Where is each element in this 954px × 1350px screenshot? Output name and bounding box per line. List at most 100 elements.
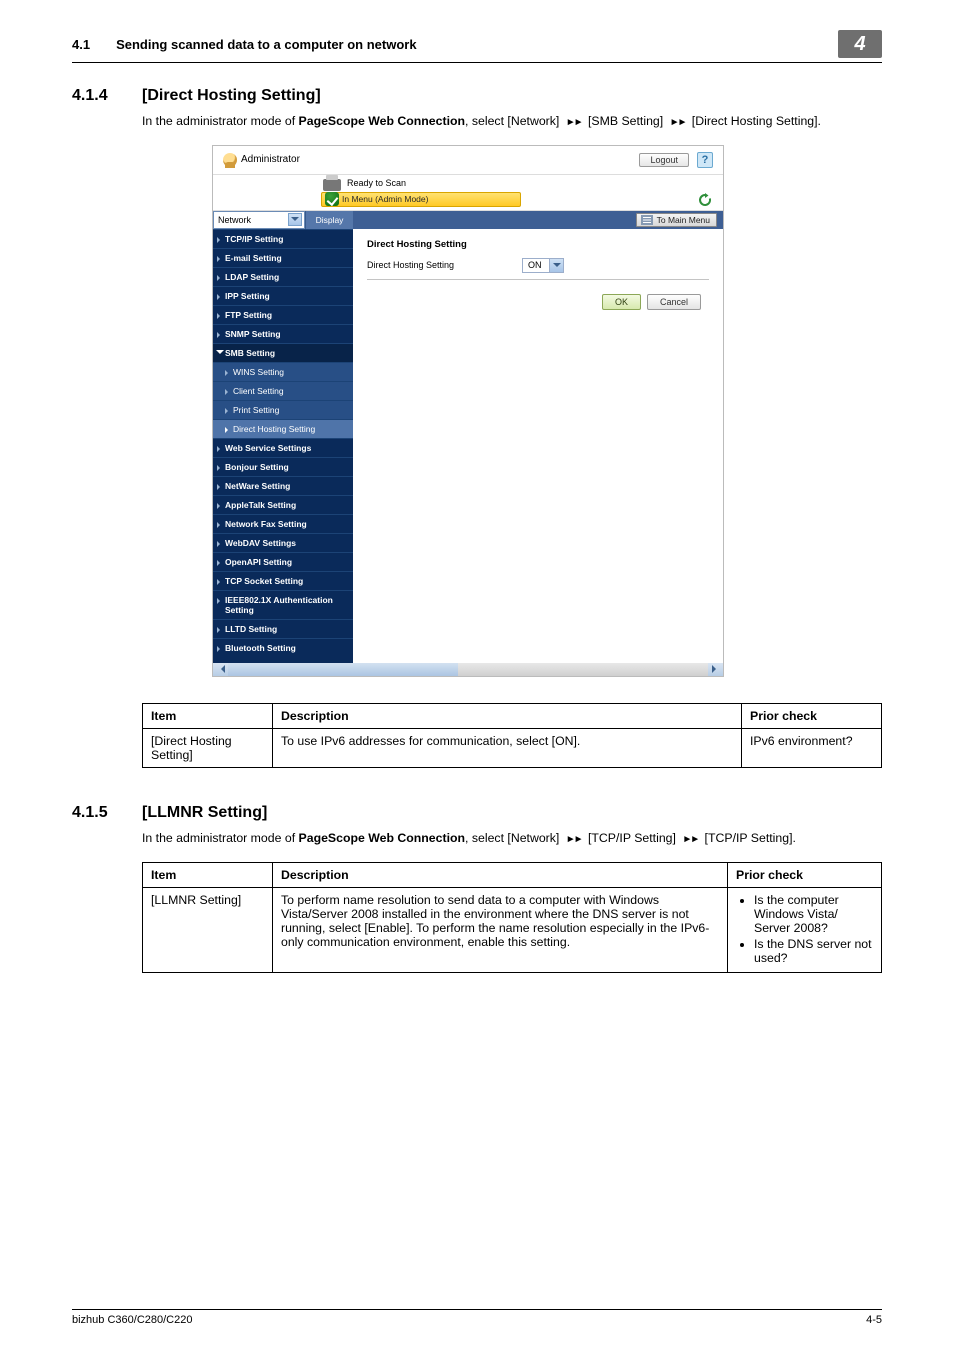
triangle-right-icon [217,522,223,528]
triangle-right-icon [217,446,223,452]
header-section-num: 4.1 [72,37,90,52]
triangle-right-icon [225,408,231,414]
sidebar-nav: Network Display TCP/IP Setting E-mail Se… [213,211,353,663]
mode-icon [325,192,339,206]
nav-netfax[interactable]: Network Fax Setting [213,514,353,533]
arrow-icon: ►► [563,833,585,848]
chevron-down-icon [288,213,302,226]
setting-select[interactable]: ON [522,258,564,273]
footer-model: bizhub C360/C280/C220 [72,1314,192,1326]
header-section-title: Sending scanned data to a computer on ne… [116,37,838,52]
table-cell-prior: IPv6 environment? [742,728,882,767]
section-title: [LLMNR Setting] [142,804,267,822]
section-intro: In the administrator mode of PageScope W… [142,830,882,848]
nav-label: OpenAPI Setting [225,557,292,567]
settings-table-2: Item Description Prior check [LLMNR Sett… [142,862,882,973]
table-header-desc: Description [273,703,742,728]
triangle-right-icon [217,541,223,547]
nav-wins[interactable]: WINS Setting [213,362,353,381]
nav-ipp[interactable]: IPP Setting [213,286,353,305]
intro-text: [TCP/IP Setting]. [701,831,796,845]
scroll-left-icon[interactable] [213,663,228,676]
nav-email[interactable]: E-mail Setting [213,248,353,267]
intro-text: In the administrator mode of [142,831,299,845]
nav-label: AppleTalk Setting [225,500,296,510]
table-cell-item: [LLMNR Setting] [143,887,273,972]
nav-openapi[interactable]: OpenAPI Setting [213,552,353,571]
nav-ftp[interactable]: FTP Setting [213,305,353,324]
refresh-icon[interactable] [697,192,713,208]
triangle-right-icon [217,627,223,633]
nav-print[interactable]: Print Setting [213,400,353,419]
nav-ieee8021x[interactable]: IEEE802.1X Authentication Setting [213,590,353,619]
triangle-right-icon [217,646,223,652]
help-icon[interactable]: ? [697,152,713,168]
nav-tcpip[interactable]: TCP/IP Setting [213,229,353,248]
table-cell-item: [Direct Hosting Setting] [143,728,273,767]
section-number: 4.1.4 [72,87,142,105]
triangle-right-icon [225,427,231,433]
nav-label: SMB Setting [225,348,275,358]
table-header-desc: Description [273,862,728,887]
divider [367,279,709,280]
triangle-down-icon [216,350,224,358]
menu-icon [641,215,653,225]
to-main-menu-button[interactable]: To Main Menu [636,213,717,227]
logout-button[interactable]: Logout [639,153,689,167]
triangle-right-icon [217,598,223,604]
chapter-badge: 4 [838,30,882,58]
triangle-right-icon [217,579,223,585]
nav-appletalk[interactable]: AppleTalk Setting [213,495,353,514]
triangle-right-icon [217,503,223,509]
nav-label: E-mail Setting [225,253,282,263]
nav-lltd[interactable]: LLTD Setting [213,619,353,638]
ok-button[interactable]: OK [602,294,641,310]
nav-select-value: Network [218,215,251,225]
nav-bonjour[interactable]: Bonjour Setting [213,457,353,476]
triangle-right-icon [225,370,231,376]
nav-ldap[interactable]: LDAP Setting [213,267,353,286]
scroll-right-icon[interactable] [708,663,723,676]
table-cell-desc: To use IPv6 addresses for communication,… [273,728,742,767]
triangle-right-icon [217,275,223,281]
table-cell-desc: To perform name resolution to send data … [273,887,728,972]
table-header-prior: Prior check [728,862,882,887]
nav-label: SNMP Setting [225,329,281,339]
nav-label: Client Setting [233,386,284,396]
nav-label: Direct Hosting Setting [233,424,315,434]
nav-direct-hosting[interactable]: Direct Hosting Setting [213,419,353,438]
intro-text: [SMB Setting] [585,114,667,128]
arrow-icon: ►► [679,833,701,848]
nav-label: LDAP Setting [225,272,279,282]
intro-text: , select [Network] [465,114,563,128]
table-cell-prior: Is the computer Windows Vista/ Server 20… [728,887,882,972]
triangle-right-icon [217,484,223,490]
admin-label: Administrator [241,154,300,165]
section-intro: In the administrator mode of PageScope W… [142,113,882,131]
setting-label: Direct Hosting Setting [367,260,522,270]
nav-category-select[interactable]: Network [213,211,305,229]
nav-webdav[interactable]: WebDAV Settings [213,533,353,552]
intro-bold: PageScope Web Connection [299,114,466,128]
nav-label: NetWare Setting [225,481,290,491]
cancel-button[interactable]: Cancel [647,294,701,310]
horizontal-scrollbar[interactable] [213,663,723,676]
nav-snmp[interactable]: SNMP Setting [213,324,353,343]
table-header-prior: Prior check [742,703,882,728]
nav-smb[interactable]: SMB Setting [213,343,353,362]
scroll-thumb[interactable] [228,663,458,676]
nav-label: Network Fax Setting [225,519,307,529]
status-text: Ready to Scan [347,178,406,188]
nav-client[interactable]: Client Setting [213,381,353,400]
nav-label: IEEE802.1X Authentication Setting [225,595,333,615]
nav-webservice[interactable]: Web Service Settings [213,438,353,457]
nav-label: TCP/IP Setting [225,234,283,244]
nav-tcpsocket[interactable]: TCP Socket Setting [213,571,353,590]
nav-bluetooth[interactable]: Bluetooth Setting [213,638,353,657]
triangle-right-icon [217,560,223,566]
intro-text: In the administrator mode of [142,114,299,128]
display-button[interactable]: Display [305,211,353,229]
triangle-right-icon [217,294,223,300]
nav-netware[interactable]: NetWare Setting [213,476,353,495]
nav-label: WebDAV Settings [225,538,296,548]
